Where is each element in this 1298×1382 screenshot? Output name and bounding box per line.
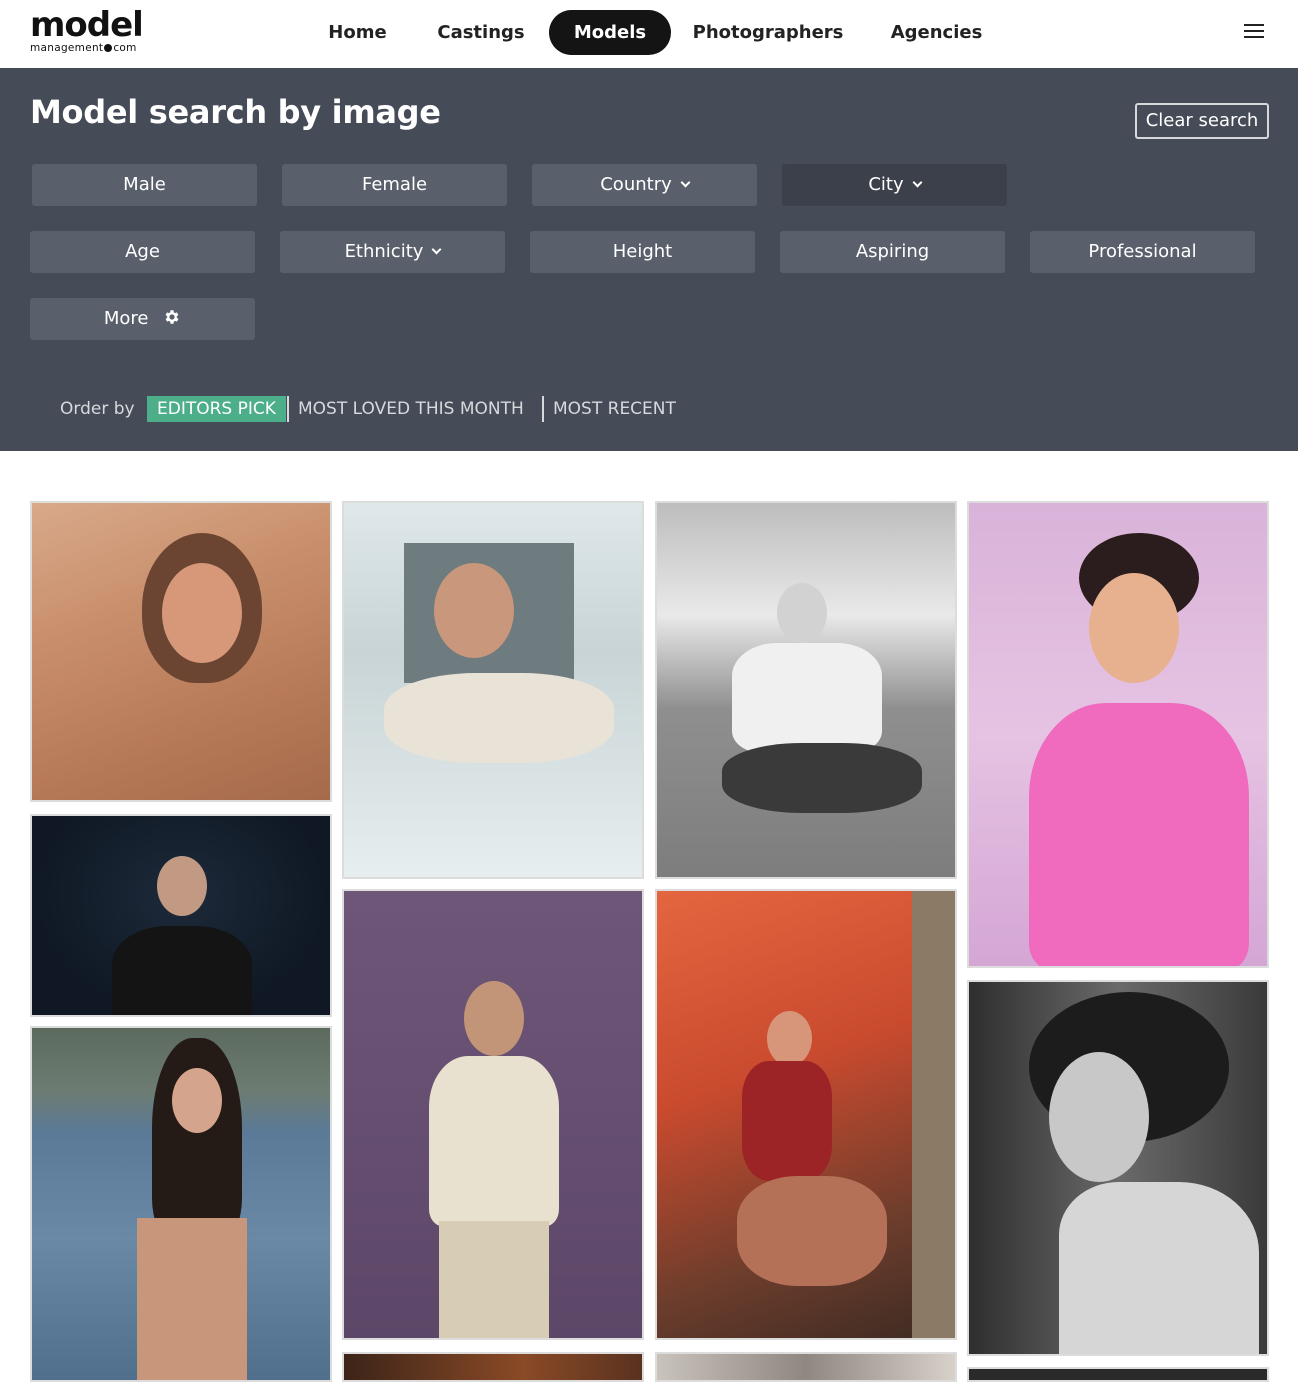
more-filters-button[interactable]: More bbox=[30, 298, 255, 340]
chevron-down-icon bbox=[912, 177, 923, 188]
photo-shoulder bbox=[1059, 1182, 1259, 1354]
filter-male-button[interactable]: Male bbox=[32, 164, 257, 206]
clear-search-button[interactable]: Clear search bbox=[1135, 103, 1269, 139]
photo-face bbox=[767, 1011, 812, 1066]
filter-label: Male bbox=[123, 174, 166, 195]
model-photo[interactable] bbox=[342, 889, 644, 1340]
model-photo[interactable] bbox=[967, 1367, 1269, 1382]
model-photo[interactable] bbox=[30, 1026, 332, 1382]
order-by-label: Order by bbox=[60, 399, 135, 419]
photo-face bbox=[172, 1068, 222, 1133]
filter-label: Female bbox=[361, 174, 428, 195]
nav-home[interactable]: Home bbox=[310, 10, 405, 55]
logo-dot-icon bbox=[104, 43, 113, 52]
chevron-down-icon bbox=[431, 244, 442, 255]
filter-label: Professional bbox=[1088, 241, 1197, 262]
filter-label: Height bbox=[612, 241, 673, 262]
photo-figure bbox=[112, 926, 252, 1015]
photo-face bbox=[157, 856, 207, 916]
hamburger-icon[interactable] bbox=[1244, 24, 1264, 38]
site-header: model management com Home Castings Models… bbox=[0, 0, 1298, 68]
filter-aspiring-button[interactable]: Aspiring bbox=[780, 231, 1005, 273]
filter-age-button[interactable]: Age bbox=[30, 231, 255, 273]
model-photo[interactable] bbox=[655, 501, 957, 879]
model-photo[interactable] bbox=[967, 980, 1269, 1356]
order-most-loved[interactable]: MOST LOVED THIS MONTH bbox=[298, 396, 524, 422]
filter-country-dropdown[interactable]: Country bbox=[532, 164, 757, 206]
filter-label: Aspiring bbox=[855, 241, 930, 262]
nav-photographers[interactable]: Photographers bbox=[683, 10, 853, 55]
model-photo[interactable] bbox=[967, 501, 1269, 968]
model-photo[interactable] bbox=[30, 814, 332, 1017]
photo-legs bbox=[722, 743, 922, 813]
filter-professional-button[interactable]: Professional bbox=[1030, 231, 1255, 273]
nav-castings[interactable]: Castings bbox=[425, 10, 537, 55]
more-label: More bbox=[103, 308, 149, 329]
photo-face bbox=[434, 563, 514, 658]
chevron-down-icon bbox=[680, 177, 691, 188]
photo-trousers bbox=[439, 1221, 549, 1338]
logo-tagline-right: com bbox=[113, 42, 137, 54]
photo-shirt bbox=[732, 643, 882, 753]
photo-background bbox=[344, 1354, 642, 1380]
order-editors-pick[interactable]: EDITORS PICK bbox=[147, 396, 286, 422]
nav-models[interactable]: Models bbox=[549, 10, 671, 55]
filter-height-button[interactable]: Height bbox=[530, 231, 755, 273]
photo-face bbox=[464, 981, 524, 1056]
filter-label: Age bbox=[125, 241, 160, 262]
site-logo[interactable]: model management com bbox=[30, 8, 160, 56]
photo-background bbox=[657, 1354, 955, 1380]
filter-ethnicity-dropdown[interactable]: Ethnicity bbox=[280, 231, 505, 273]
filter-city-dropdown[interactable]: City bbox=[782, 164, 1007, 206]
nav-agencies[interactable]: Agencies bbox=[875, 10, 998, 55]
filter-label: Country bbox=[600, 174, 672, 195]
model-photo[interactable] bbox=[30, 501, 332, 802]
photo-jacket bbox=[384, 673, 614, 763]
photo-face bbox=[162, 563, 242, 663]
photo-torso bbox=[137, 1218, 247, 1380]
photo-shirt bbox=[429, 1056, 559, 1226]
photo-top bbox=[1029, 703, 1249, 966]
order-most-recent[interactable]: MOST RECENT bbox=[553, 396, 676, 422]
order-divider bbox=[287, 396, 289, 422]
model-photo[interactable] bbox=[342, 501, 644, 879]
filter-female-button[interactable]: Female bbox=[282, 164, 507, 206]
gear-icon bbox=[165, 310, 179, 324]
photo-legs bbox=[737, 1176, 887, 1286]
photo-dress bbox=[742, 1061, 832, 1181]
logo-wordmark: model bbox=[30, 5, 144, 45]
model-photo[interactable] bbox=[342, 1352, 644, 1382]
filter-label: Ethnicity bbox=[344, 241, 424, 262]
search-filter-panel: Model search by image Clear search Male … bbox=[0, 68, 1298, 451]
order-divider bbox=[542, 396, 544, 422]
logo-tagline-left: management bbox=[30, 42, 104, 54]
photo-background bbox=[969, 1369, 1267, 1380]
photo-face bbox=[1089, 573, 1179, 683]
page-title: Model search by image bbox=[30, 93, 441, 131]
photo-face bbox=[1049, 1052, 1149, 1182]
photo-wall-pillar bbox=[912, 891, 955, 1338]
photo-face bbox=[777, 583, 827, 643]
model-photo[interactable] bbox=[655, 1352, 957, 1382]
filter-label: City bbox=[868, 174, 904, 195]
model-photo[interactable] bbox=[655, 889, 957, 1340]
logo-tagline: management com bbox=[30, 42, 137, 54]
